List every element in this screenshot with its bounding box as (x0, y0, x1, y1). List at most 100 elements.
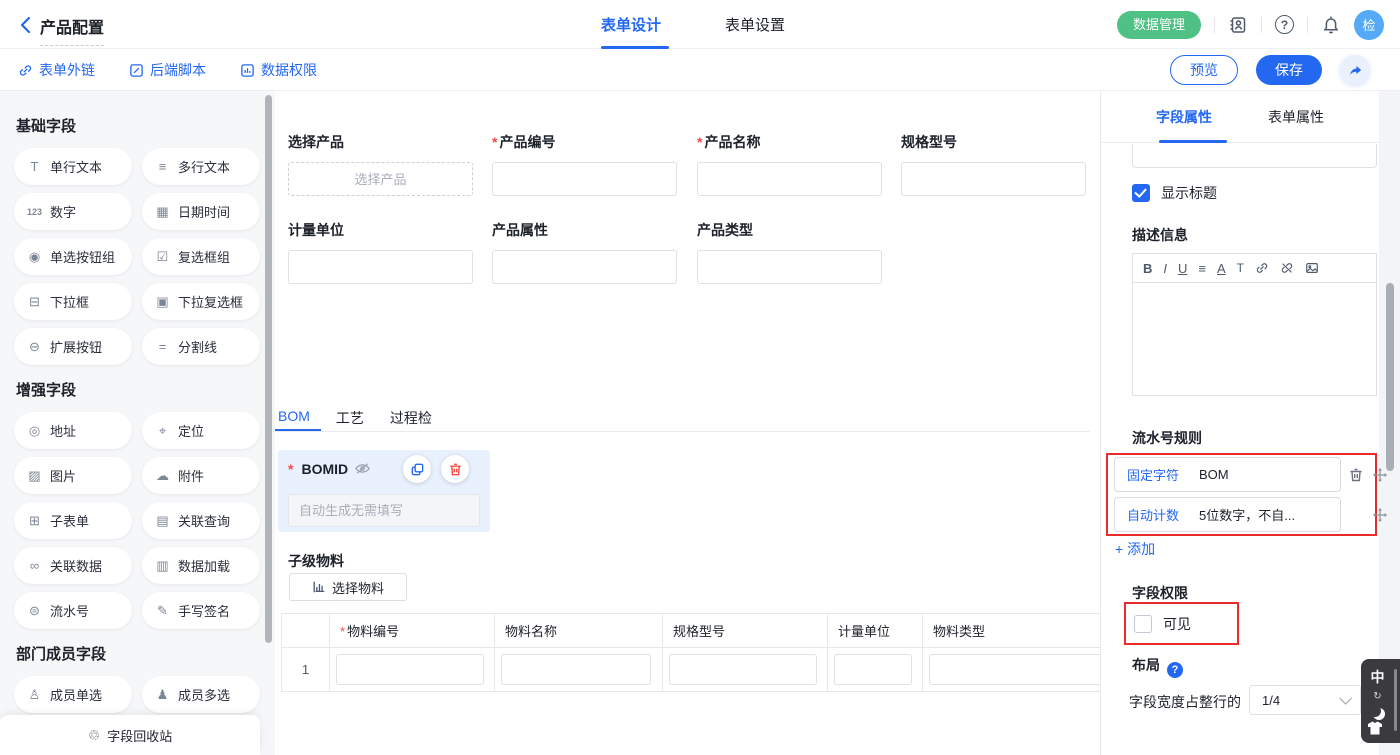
select-product-input[interactable] (288, 162, 473, 196)
rotate-icon[interactable]: ↻ (1373, 691, 1381, 702)
delete-field-button[interactable] (441, 455, 469, 483)
material-code-input[interactable] (336, 654, 484, 685)
field-title-input-partial[interactable] (1132, 144, 1377, 168)
notification-bell-icon[interactable] (1321, 15, 1341, 35)
field-pill-extend-button[interactable]: ⊖扩展按钮 (14, 328, 132, 365)
field-pill-multi-line-text[interactable]: ≡多行文本 (142, 148, 260, 185)
translate-icon[interactable]: 中 (1371, 667, 1385, 687)
spec-model-input[interactable] (901, 162, 1086, 196)
share-button[interactable] (1340, 55, 1370, 85)
field-spec-model[interactable]: 规格型号 (901, 132, 1086, 196)
field-pill-linked-data[interactable]: ∞关联数据 (14, 547, 132, 584)
field-select-product[interactable]: 选择产品 (288, 132, 473, 196)
data-permission-action[interactable]: 数据权限 (240, 60, 317, 80)
extend-button-icon: ⊖ (26, 339, 43, 355)
preview-button[interactable]: 预览 (1170, 55, 1238, 85)
header: 产品配置 表单设计 表单设置 数据管理 ? (0, 0, 1400, 49)
copy-field-button[interactable] (403, 455, 431, 483)
tab-form-properties[interactable]: 表单属性 (1268, 107, 1324, 127)
header-actions: 数据管理 ? 检 (1117, 0, 1384, 49)
product-code-input[interactable] (492, 162, 677, 196)
field-pill-linked-query[interactable]: ▤关联查询 (142, 502, 260, 539)
add-rule-link[interactable]: + 添加 (1115, 539, 1155, 559)
visible-checkbox[interactable] (1134, 615, 1152, 633)
field-pill-multi-dropdown[interactable]: ▣下拉复选框 (142, 283, 260, 320)
product-type-input[interactable] (697, 250, 882, 284)
app-root: 产品配置 表单设计 表单设置 数据管理 ? (0, 0, 1400, 755)
material-name-input[interactable] (501, 654, 651, 685)
serial-rule-fixed-char[interactable]: 固定字符 BOM (1114, 457, 1341, 492)
field-pill-locate[interactable]: ⌖定位 (142, 412, 260, 449)
field-product-code[interactable]: 产品编号 (492, 132, 677, 196)
selected-field-bomid[interactable]: BOMID (278, 450, 490, 532)
description-label: 描述信息 (1132, 225, 1188, 245)
field-pill-member-single[interactable]: ♙成员单选 (14, 676, 132, 713)
number-icon: 123 (26, 207, 43, 217)
field-product-name[interactable]: 产品名称 (697, 132, 882, 196)
help-icon[interactable]: ? (1275, 15, 1294, 34)
field-unit[interactable]: 计量单位 (288, 220, 473, 284)
insert-image-button[interactable] (1305, 261, 1319, 275)
tab-form-settings[interactable]: 表单设置 (725, 14, 785, 35)
backend-script-action[interactable]: 后端脚本 (129, 60, 206, 80)
drag-rule-handle[interactable] (1372, 467, 1388, 483)
field-permission-label: 字段权限 (1132, 583, 1188, 603)
field-pill-attachment[interactable]: ☁附件 (142, 457, 260, 494)
contacts-icon[interactable] (1228, 15, 1248, 35)
field-product-attribute[interactable]: 产品属性 (492, 220, 677, 284)
insert-link-button[interactable] (1255, 261, 1269, 275)
field-pill-address[interactable]: ◎地址 (14, 412, 132, 449)
field-pill-data-load[interactable]: ▥数据加载 (142, 547, 260, 584)
field-pill-serial-number[interactable]: ⊜流水号 (14, 592, 132, 629)
field-pill-member-multi[interactable]: ♟成员多选 (142, 676, 260, 713)
font-color-button[interactable]: A (1217, 262, 1226, 275)
product-attribute-input[interactable] (492, 250, 677, 284)
data-manage-button[interactable]: 数据管理 (1117, 11, 1201, 39)
unit-input[interactable] (288, 250, 473, 284)
italic-button[interactable]: I (1163, 262, 1167, 275)
back-button[interactable] (16, 15, 36, 35)
show-title-checkbox[interactable] (1132, 184, 1150, 202)
user-avatar[interactable]: 检 (1354, 10, 1384, 40)
sidebar-scrollbar[interactable] (265, 95, 272, 643)
bomid-input[interactable] (288, 494, 480, 527)
layout-help-icon[interactable]: ? (1167, 662, 1183, 678)
align-button[interactable]: ≡ (1198, 262, 1206, 275)
underline-button[interactable]: U (1178, 262, 1187, 275)
product-name-input[interactable] (697, 162, 882, 196)
field-pill-subform[interactable]: ⊞子表单 (14, 502, 132, 539)
font-size-button[interactable]: T (1237, 262, 1244, 274)
field-pill-signature[interactable]: ✎手写签名 (142, 592, 260, 629)
field-pill-dropdown[interactable]: ⊟下拉框 (14, 283, 132, 320)
field-width-select[interactable]: 1/4 (1249, 685, 1361, 715)
field-pill-checkbox-group[interactable]: ☑复选框组 (142, 238, 260, 275)
editor-body[interactable] (1132, 283, 1377, 396)
field-pill-datetime[interactable]: ▦日期时间 (142, 193, 260, 230)
tab-form-design[interactable]: 表单设计 (601, 14, 661, 35)
group-title-enhanced: 增强字段 (16, 379, 261, 400)
material-type-input[interactable] (929, 654, 1100, 685)
field-pill-image[interactable]: ▨图片 (14, 457, 132, 494)
bold-button[interactable]: B (1143, 262, 1152, 275)
field-pill-single-line-text[interactable]: T单行文本 (14, 148, 132, 185)
field-recycle-bin[interactable]: ♲ 字段回收站 (0, 715, 260, 755)
dark-mode-moon-icon[interactable] (1369, 705, 1381, 717)
delete-rule-button[interactable] (1348, 467, 1364, 483)
drag-rule-handle[interactable] (1372, 507, 1388, 523)
field-pill-radio-group[interactable]: ◉单选按钮组 (14, 238, 132, 275)
panel-scrollbar[interactable] (1386, 283, 1394, 471)
save-button[interactable]: 保存 (1256, 55, 1322, 85)
spec-model-cell-input[interactable] (669, 654, 817, 685)
page-title[interactable]: 产品配置 (40, 14, 104, 46)
tshirt-icon[interactable] (1367, 721, 1383, 735)
tab-field-properties[interactable]: 字段属性 (1156, 107, 1212, 127)
locate-icon: ⌖ (154, 423, 171, 439)
pick-material-button[interactable]: 选择物料 (289, 573, 407, 601)
field-product-type[interactable]: 产品类型 (697, 220, 882, 284)
unit-cell-input[interactable] (834, 654, 912, 685)
field-pill-divider[interactable]: =分割线 (142, 328, 260, 365)
serial-rule-auto-count[interactable]: 自动计数 5位数字，不自... (1114, 497, 1341, 532)
field-pill-number[interactable]: 123数字 (14, 193, 132, 230)
remove-link-button[interactable] (1280, 261, 1294, 275)
external-link-action[interactable]: 表单外链 (18, 60, 95, 80)
